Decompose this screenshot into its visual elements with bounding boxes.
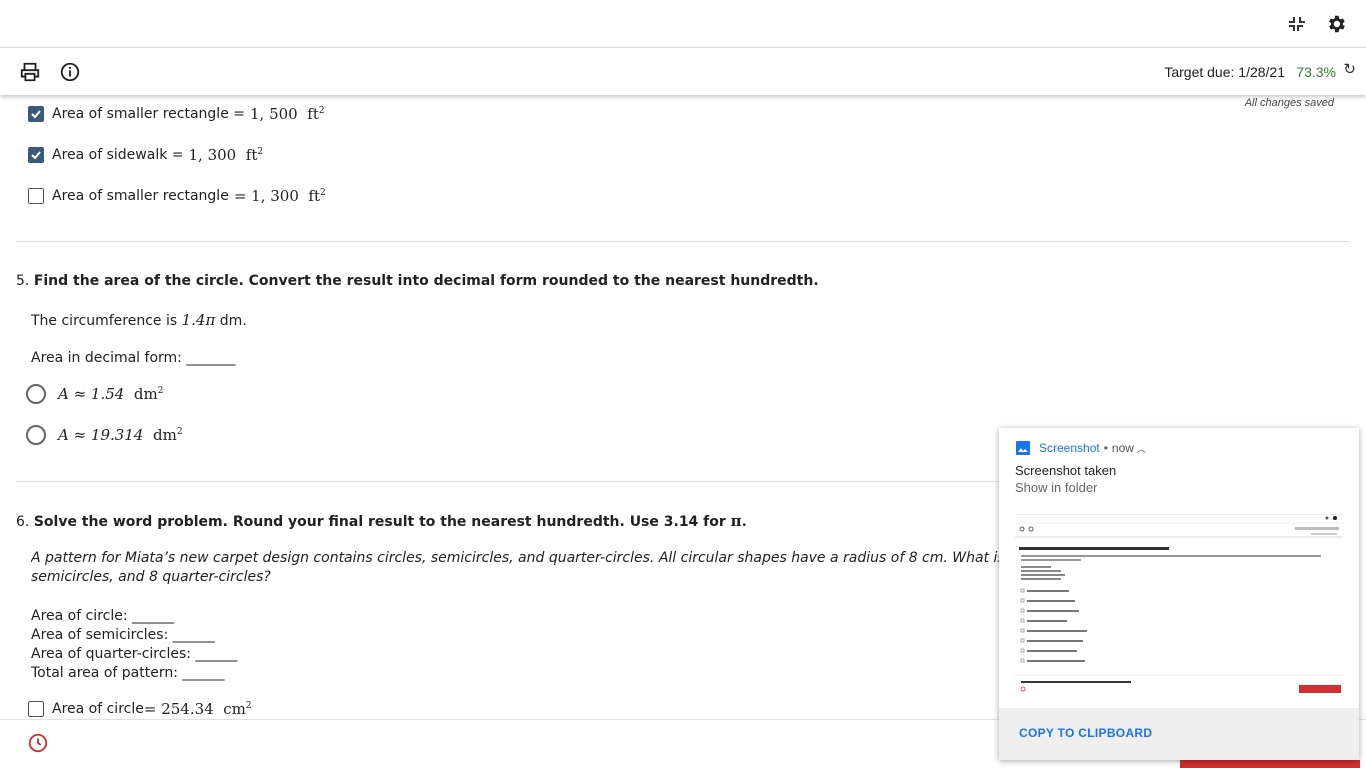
question-5-title: 5. Find the area of the circle. Convert … <box>16 273 819 289</box>
option-sidewalk-1300[interactable]: Area of sidewalk = 1, 300 ft2 <box>28 146 263 164</box>
option-math: 1, 300 ft2 <box>188 146 264 164</box>
print-icon[interactable] <box>16 58 44 86</box>
option-smaller-rectangle-1300[interactable]: Area of smaller rectangle = 1, 300 ft2 <box>28 187 326 205</box>
notification-action-bar: COPY TO CLIPBOARD <box>999 708 1359 760</box>
divider <box>16 241 1350 242</box>
option-label: Area of circle <box>52 701 144 717</box>
target-due-date: Target due: 1/28/21 <box>1164 64 1285 80</box>
save-status: All changes saved <box>1244 97 1334 109</box>
notification-time: now <box>1111 441 1134 455</box>
question-5-prompt: Area in decimal form: _______ <box>31 350 236 366</box>
exit-fullscreen-icon[interactable] <box>1282 10 1310 38</box>
info-icon[interactable] <box>56 58 84 86</box>
show-in-folder-link[interactable]: Show in folder <box>1015 480 1097 495</box>
checkbox-unchecked[interactable] <box>28 701 44 717</box>
refresh-icon[interactable]: ↻ <box>1343 60 1356 78</box>
option-math: A ≈ 1.54 dm2 <box>58 385 164 403</box>
score-percent: 73.3% <box>1296 64 1336 80</box>
option-area-1-54[interactable]: A ≈ 1.54 dm2 <box>26 384 163 404</box>
blank-area-circle: Area of circle: ______ <box>31 608 175 624</box>
blank-total-area: Total area of pattern: ______ <box>31 665 225 681</box>
question-6-problem-line-1: A pattern for Miata’s new carpet design … <box>31 550 1031 566</box>
notification-title: Screenshot taken <box>1015 463 1117 478</box>
checkbox-unchecked[interactable] <box>28 188 44 204</box>
notification-header[interactable]: Screenshot • now ︿ <box>1015 440 1146 456</box>
notification-separator: • <box>1103 441 1108 455</box>
blank-area-quarter-circles: Area of quarter-circles: ______ <box>31 646 238 662</box>
assignment-toolbar: Target due: 1/28/21 73.3% ↻ <box>0 48 1366 95</box>
settings-gear-icon[interactable] <box>1322 10 1350 38</box>
copy-to-clipboard-button[interactable]: COPY TO CLIPBOARD <box>1019 726 1152 740</box>
radio-button[interactable] <box>26 425 46 445</box>
chevron-up-icon[interactable]: ︿ <box>1137 442 1146 455</box>
image-icon <box>1016 441 1030 455</box>
checkbox-checked[interactable] <box>28 147 44 163</box>
option-math: = 1, 300 ft2 <box>233 187 326 205</box>
option-math: = 254.34 cm2 <box>143 700 252 718</box>
notification-app-name: Screenshot <box>1039 441 1100 455</box>
screenshot-notification: Screenshot • now ︿ Screenshot taken Show… <box>999 428 1359 760</box>
option-math: 1, 500 ft2 <box>250 105 325 123</box>
option-smaller-rectangle-1500[interactable]: Area of smaller rectangle = 1, 500 ft2 <box>28 105 325 123</box>
screenshot-thumbnail[interactable] <box>1015 514 1343 699</box>
option-label: Area of smaller rectangle <box>52 188 229 204</box>
option-label: Area of smaller rectangle = <box>52 106 245 122</box>
radio-button[interactable] <box>26 384 46 404</box>
submit-button-partial[interactable] <box>1180 760 1360 768</box>
timer-clock-icon[interactable] <box>27 732 49 758</box>
top-bar <box>0 0 1366 48</box>
option-area-circle-254[interactable]: Area of circle = 254.34 cm2 <box>28 700 252 718</box>
option-area-19-314[interactable]: A ≈ 19.314 dm2 <box>26 425 183 445</box>
blank-area-semicircles: Area of semicircles: ______ <box>31 627 215 643</box>
question-6-problem-line-2: semicircles, and 8 quarter-circles? <box>31 569 271 585</box>
checkbox-checked[interactable] <box>28 106 44 122</box>
option-label: Area of sidewalk = <box>52 147 184 163</box>
question-6-title: 6. Solve the word problem. Round your fi… <box>16 512 747 530</box>
question-5-given: The circumference is 1.4π dm. <box>31 311 247 329</box>
option-math: A ≈ 19.314 dm2 <box>58 426 183 444</box>
